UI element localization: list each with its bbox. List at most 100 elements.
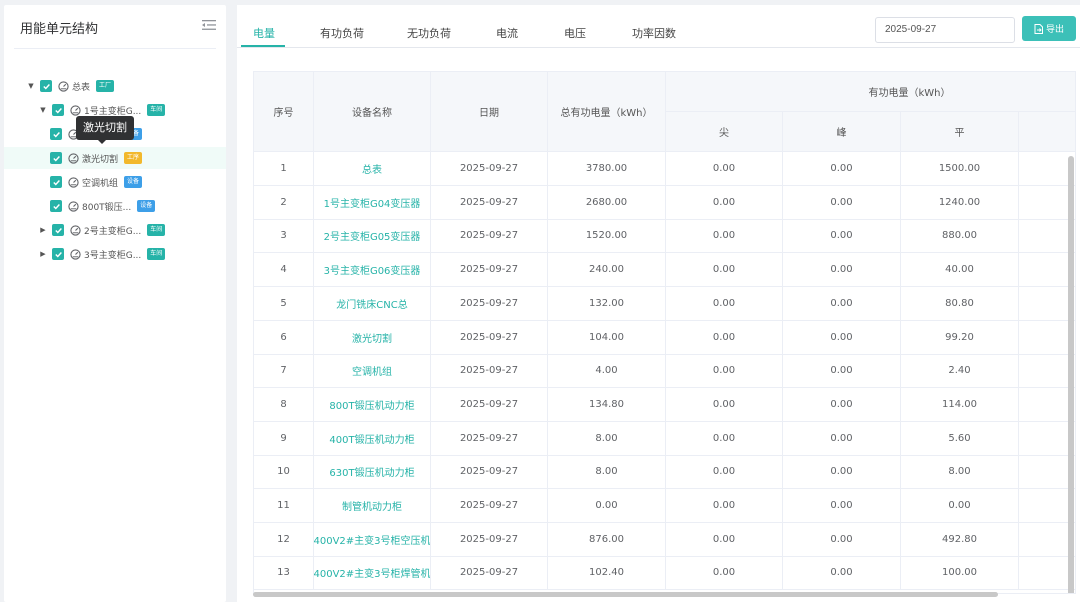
divider <box>14 48 216 49</box>
tab-4[interactable]: 电压 <box>564 25 586 41</box>
cell-device-name[interactable]: 800T锻压机动力柜 <box>314 387 431 421</box>
collapse-menu-icon[interactable] <box>202 19 216 31</box>
tree-node[interactable]: ▶ 3号主变柜G... 车间 <box>4 243 226 265</box>
cell-total: 102.40 <box>548 556 666 590</box>
cell-sharp: 0.00 <box>666 489 783 522</box>
cell-device-name[interactable]: 总表 <box>314 152 431 185</box>
cell-flat: 1500.00 <box>901 152 1019 185</box>
th-index: 序号 <box>254 72 314 152</box>
cell-peak: 0.00 <box>783 354 901 388</box>
node-type-tag: 工序 <box>124 152 143 164</box>
cell-date: 2025-09-27 <box>431 354 548 388</box>
tree-node[interactable]: ▼ 总表 工厂 <box>4 75 226 97</box>
caret-down-icon[interactable]: ▼ <box>38 105 48 115</box>
tree-checkbox[interactable] <box>52 248 64 260</box>
cell-device-name[interactable]: 制管机动力柜 <box>314 489 431 522</box>
tree-node[interactable]: 激光切割 工序 <box>4 147 226 169</box>
left-panel: 用能单元结构 ▼总表工厂▼1号主变柜G...车间激光切割设备激光切割工序空调机组… <box>4 5 226 602</box>
cell-peak: 0.00 <box>783 455 901 489</box>
tab-5[interactable]: 功率因数 <box>632 25 676 41</box>
cell-index: 5 <box>254 286 314 320</box>
cell-date: 2025-09-27 <box>431 219 548 253</box>
cell-peak: 0.00 <box>783 152 901 185</box>
cell-total: 8.00 <box>548 421 666 455</box>
cell-peak: 0.00 <box>783 253 901 287</box>
tree-node-label: 激光切割 <box>82 154 119 165</box>
tree-node[interactable]: 800T锻压... 设备 <box>4 195 226 217</box>
cell-device-name[interactable]: 400V2#主变3号柜空压机 <box>314 522 431 556</box>
cell-flat: 5.60 <box>901 421 1019 455</box>
cell-sharp: 0.00 <box>666 219 783 253</box>
tree-checkbox[interactable] <box>50 152 62 164</box>
vertical-scrollbar[interactable] <box>1068 156 1074 593</box>
caret-right-icon[interactable]: ▶ <box>38 225 48 235</box>
right-panel: 电量 有功负荷 无功负荷 电流 电压 功率因数 2025-09-27 导出 序号 设备名称… <box>237 5 1080 602</box>
cell-flat: 492.80 <box>901 522 1019 556</box>
export-button[interactable]: 导出 <box>1022 16 1076 41</box>
cell-sharp: 0.00 <box>666 421 783 455</box>
caret-right-icon[interactable]: ▶ <box>38 249 48 259</box>
cell-device-name[interactable]: 400V2#主变3号柜焊管机 <box>314 556 431 590</box>
th-device-name: 设备名称 <box>314 72 431 152</box>
table-row: 5 龙门铣床CNC总 2025-09-27 132.00 0.00 0.00 80.80 <box>254 286 1075 321</box>
cell-device-name[interactable]: 激光切割 <box>314 320 431 354</box>
cell-flat: 100.00 <box>901 556 1019 590</box>
cell-date: 2025-09-27 <box>431 421 548 455</box>
table-row: 13 400V2#主变3号柜焊管机 2025-09-27 102.40 0.00 0.00… <box>254 556 1075 591</box>
cell-index: 10 <box>254 455 314 489</box>
cell-date: 2025-09-27 <box>431 185 548 219</box>
cell-device-name[interactable]: 630T锻压机动力柜 <box>314 455 431 489</box>
cell-index: 13 <box>254 556 314 590</box>
cell-date: 2025-09-27 <box>431 387 548 421</box>
tree-node[interactable]: ▶ 2号主变柜G... 车间 <box>4 219 226 241</box>
caret-down-icon[interactable]: ▼ <box>26 81 36 91</box>
node-type-tag: 设备 <box>137 200 156 212</box>
cell-total: 3780.00 <box>548 152 666 185</box>
tree-node[interactable]: 空调机组 设备 <box>4 171 226 193</box>
meter-icon <box>68 152 79 164</box>
cell-device-name[interactable]: 空调机组 <box>314 354 431 388</box>
cell-index: 1 <box>254 152 314 185</box>
cell-flat: 880.00 <box>901 219 1019 253</box>
cell-sharp: 0.00 <box>666 253 783 287</box>
cell-sharp: 0.00 <box>666 354 783 388</box>
tree-checkbox[interactable] <box>50 128 62 140</box>
tab-0[interactable]: 电量 <box>253 25 275 41</box>
date-picker[interactable]: 2025-09-27 <box>875 17 1015 43</box>
tab-3[interactable]: 电流 <box>496 25 518 41</box>
cell-sharp: 0.00 <box>666 387 783 421</box>
cell-sharp: 0.00 <box>666 320 783 354</box>
th-date: 日期 <box>431 72 548 152</box>
cell-total: 4.00 <box>548 354 666 388</box>
tree-checkbox[interactable] <box>52 104 64 116</box>
tree-checkbox[interactable] <box>50 176 62 188</box>
cell-device-name[interactable]: 1号主变柜G04变压器 <box>314 185 431 219</box>
table-row: 12 400V2#主变3号柜空压机 2025-09-27 876.00 0.00 0.00… <box>254 522 1075 557</box>
cell-index: 3 <box>254 219 314 253</box>
cell-total: 8.00 <box>548 455 666 489</box>
tree-node-label: 800T锻压... <box>82 202 132 213</box>
node-type-tag: 车间 <box>147 248 166 260</box>
node-type-tag: 设备 <box>124 176 143 188</box>
cell-device-name[interactable]: 3号主变柜G06变压器 <box>314 253 431 287</box>
tab-2[interactable]: 无功负荷 <box>407 25 451 41</box>
th-active-energy-group: 有功电量（kWh） <box>666 72 1075 112</box>
cell-peak: 0.00 <box>783 387 901 421</box>
tab-1[interactable]: 有功负荷 <box>320 25 364 41</box>
cell-device-name[interactable]: 2号主变柜G05变压器 <box>314 219 431 253</box>
cell-sharp: 0.00 <box>666 522 783 556</box>
cell-date: 2025-09-27 <box>431 286 548 320</box>
cell-flat: 99.20 <box>901 320 1019 354</box>
tab-bar: 电量 有功负荷 无功负荷 电流 电压 功率因数 <box>237 5 857 47</box>
cell-total: 134.80 <box>548 387 666 421</box>
horizontal-scrollbar[interactable] <box>253 592 998 597</box>
tree-checkbox[interactable] <box>40 80 52 92</box>
tree-checkbox[interactable] <box>52 224 64 236</box>
node-type-tag: 车间 <box>147 104 166 116</box>
cell-device-name[interactable]: 400T锻压机动力柜 <box>314 421 431 455</box>
cell-total: 0.00 <box>548 489 666 522</box>
tree-checkbox[interactable] <box>50 200 62 212</box>
cell-peak: 0.00 <box>783 219 901 253</box>
cell-total: 1520.00 <box>548 219 666 253</box>
cell-device-name[interactable]: 龙门铣床CNC总 <box>314 286 431 320</box>
